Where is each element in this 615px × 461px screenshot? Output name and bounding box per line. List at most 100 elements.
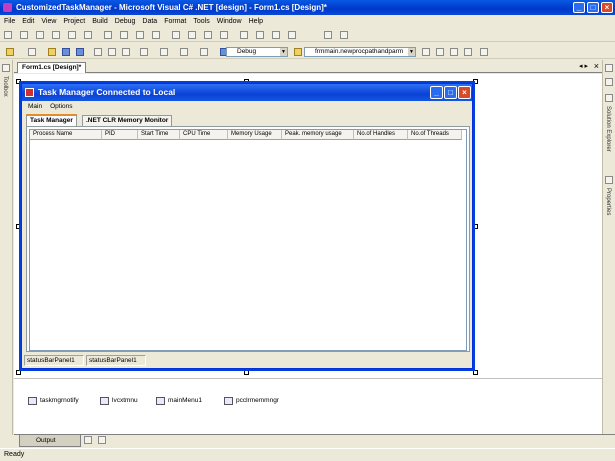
paste-icon[interactable] — [122, 48, 130, 56]
remove-vspacing-icon[interactable] — [288, 31, 296, 39]
minimize-icon[interactable]: _ — [430, 86, 443, 99]
resize-handle[interactable] — [473, 79, 478, 84]
task-list-icon[interactable] — [84, 436, 92, 444]
increase-hspacing-icon[interactable] — [188, 31, 196, 39]
decrease-vspacing-icon[interactable] — [272, 31, 280, 39]
column-header[interactable]: Peak. memory usage — [282, 130, 354, 140]
close-icon[interactable]: × — [458, 86, 471, 99]
maximize-icon[interactable]: □ — [444, 86, 457, 99]
menu-data[interactable]: Data — [138, 16, 160, 28]
properties-tab[interactable]: Properties — [605, 188, 611, 215]
align-middle-icon[interactable] — [68, 31, 76, 39]
remove-hspacing-icon[interactable] — [220, 31, 228, 39]
vertical-spacing-icon[interactable] — [240, 31, 248, 39]
menu-edit[interactable]: Edit — [18, 16, 37, 28]
find-in-files-icon[interactable] — [294, 48, 302, 56]
tab-clr-memory-monitor[interactable]: .NET CLR Memory Monitor — [82, 115, 173, 126]
make-same-size-icon[interactable] — [136, 31, 144, 39]
tray-component[interactable]: pcclrmemmngr — [224, 397, 279, 405]
save-icon[interactable] — [62, 48, 70, 56]
column-header[interactable]: No.of Threads — [408, 130, 462, 140]
make-same-height-icon[interactable] — [120, 31, 128, 39]
column-header[interactable]: Memory Usage — [228, 130, 282, 140]
menu-format[interactable]: Format — [160, 16, 189, 28]
find-combo[interactable]: frmmain.newprocpathandparm ▼ — [304, 47, 416, 57]
properties-icon[interactable] — [605, 176, 613, 184]
tab-output[interactable]: Output — [19, 435, 81, 447]
output-icon[interactable] — [98, 436, 106, 444]
add-item-icon[interactable] — [28, 48, 36, 56]
scroll-tabs-icon[interactable]: ◂ ▸ — [579, 62, 588, 70]
tab-form1-design[interactable]: Form1.cs [Design]* — [17, 62, 87, 73]
form1-window[interactable]: Task Manager Connected to Local _ □ × Ma… — [21, 83, 473, 369]
align-bottom-icon[interactable] — [84, 31, 92, 39]
resize-handle[interactable] — [473, 224, 478, 229]
open-file-icon[interactable] — [48, 48, 56, 56]
close-document-icon[interactable]: × — [594, 61, 599, 71]
menu-project[interactable]: Project — [59, 16, 88, 28]
copy-icon[interactable] — [108, 48, 116, 56]
solution-explorer-icon[interactable] — [605, 78, 613, 86]
tab-task-manager[interactable]: Task Manager — [26, 114, 77, 126]
column-header[interactable]: No.of Handles — [354, 130, 408, 140]
tray-component[interactable]: lvcxtmnu — [100, 397, 138, 405]
column-header[interactable]: CPU Time — [180, 130, 228, 140]
column-header[interactable]: PID — [102, 130, 138, 140]
cut-icon[interactable] — [94, 48, 102, 56]
menu-window[interactable]: Window — [213, 16, 245, 28]
tray-component[interactable]: taskmgrnotify — [28, 397, 79, 405]
maximize-icon[interactable]: □ — [587, 2, 599, 13]
layout-toolbar — [0, 28, 615, 42]
resize-handle[interactable] — [244, 370, 249, 375]
column-header[interactable]: Start Time — [138, 130, 180, 140]
menu-tools[interactable]: Tools — [189, 16, 212, 28]
close-icon[interactable]: × — [601, 2, 613, 13]
menu-options[interactable]: Options — [46, 102, 76, 112]
undo-icon[interactable] — [140, 48, 148, 56]
menu-main[interactable]: Main — [24, 102, 46, 112]
decrease-hspacing-icon[interactable] — [204, 31, 212, 39]
minimize-icon[interactable]: _ — [573, 2, 585, 13]
new-project-icon[interactable] — [6, 48, 14, 56]
bring-to-front-icon[interactable] — [324, 31, 332, 39]
align-center-icon[interactable] — [20, 31, 28, 39]
tray-component[interactable]: mainMenu1 — [156, 397, 202, 405]
make-same-width-icon[interactable] — [104, 31, 112, 39]
solution-explorer-icon[interactable] — [422, 48, 430, 56]
menu-view[interactable]: View — [37, 16, 59, 28]
align-right-icon[interactable] — [36, 31, 44, 39]
navigate-back-icon[interactable] — [180, 48, 188, 56]
properties-icon[interactable] — [436, 48, 444, 56]
status-bar-panel: statusBarPanel1 — [24, 355, 84, 366]
align-left-icon[interactable] — [4, 31, 12, 39]
window-title-bar: CustomizedTaskManager - Microsoft Visual… — [0, 0, 615, 15]
class-view-icon[interactable] — [464, 48, 472, 56]
process-list-view[interactable]: Process Name PID Start Time CPU Time Mem… — [29, 129, 467, 351]
redo-icon[interactable] — [160, 48, 168, 56]
horizontal-spacing-icon[interactable] — [172, 31, 180, 39]
solution-explorer-tab[interactable]: Solution Explorer — [605, 106, 611, 152]
solution-config-select[interactable]: Debug ▼ — [226, 47, 288, 57]
size-to-grid-icon[interactable] — [152, 31, 160, 39]
server-explorer-icon[interactable] — [605, 64, 613, 72]
resize-handle[interactable] — [16, 370, 21, 375]
increase-vspacing-icon[interactable] — [256, 31, 264, 39]
menu-debug[interactable]: Debug — [111, 16, 139, 28]
menu-build[interactable]: Build — [88, 16, 111, 28]
dynamic-help-icon[interactable] — [480, 48, 488, 56]
context-menu-icon — [100, 397, 109, 405]
class-view-icon[interactable] — [605, 94, 613, 102]
chevron-down-icon: ▼ — [280, 48, 287, 56]
toolbox-icon[interactable] — [2, 64, 10, 72]
standard-toolbar: Debug ▼ frmmain.newprocpathandparm ▼ — [0, 45, 615, 59]
toolbox-icon[interactable] — [450, 48, 458, 56]
save-all-icon[interactable] — [76, 48, 84, 56]
navigate-forward-icon[interactable] — [200, 48, 208, 56]
resize-handle[interactable] — [473, 370, 478, 375]
column-header[interactable]: Process Name — [30, 130, 102, 140]
send-to-back-icon[interactable] — [340, 31, 348, 39]
toolbox-tab[interactable]: Toolbox — [2, 76, 8, 97]
menu-help[interactable]: Help — [245, 16, 266, 28]
menu-file[interactable]: File — [0, 16, 18, 28]
align-top-icon[interactable] — [52, 31, 60, 39]
